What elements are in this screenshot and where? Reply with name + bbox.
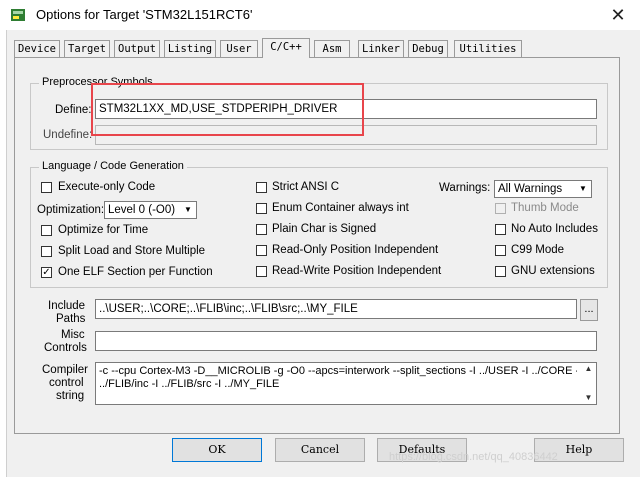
keil-app-icon xyxy=(11,9,25,21)
one-elf-label: One ELF Section per Function xyxy=(58,266,213,278)
background-editor-strip xyxy=(0,30,7,477)
ok-button[interactable]: OK xyxy=(172,438,262,462)
optimization-label: Optimization: xyxy=(37,204,105,216)
misc-controls-label-line1: Misc xyxy=(61,329,85,341)
misc-controls-label-line2: Controls xyxy=(44,342,87,354)
compiler-control-label-line2: control xyxy=(49,377,84,389)
highlight-annotation-box xyxy=(91,83,364,136)
execute-only-label: Execute-only Code xyxy=(58,181,156,193)
thumb-mode-checkbox[interactable] xyxy=(495,203,506,214)
ro-pi-checkbox[interactable] xyxy=(256,245,267,256)
tab-linker[interactable]: Linker xyxy=(358,40,404,57)
tab-output[interactable]: Output xyxy=(114,40,160,57)
enum-container-label: Enum Container always int xyxy=(272,202,409,214)
tab-user[interactable]: User xyxy=(220,40,258,57)
undefine-label: Undefine: xyxy=(43,129,93,141)
compiler-control-line2: ../FLIB/inc -I ../FLIB/src -I ../MY_FILE xyxy=(99,378,280,390)
misc-controls-field[interactable] xyxy=(95,331,597,351)
optimization-select[interactable]: Level 0 (-O0) ▼ xyxy=(104,201,197,219)
include-paths-label-line2: Paths xyxy=(56,313,86,325)
title-bar: Options for Target 'STM32L151RCT6' ✕ xyxy=(0,0,640,30)
gnu-extensions-label: GNU extensions xyxy=(511,265,595,277)
tab-target[interactable]: Target xyxy=(64,40,110,57)
execute-only-checkbox[interactable] xyxy=(41,182,52,193)
strict-ansi-label: Strict ANSI C xyxy=(272,181,340,193)
watermark-text: https://blog.csdn.net/qq_40836442 xyxy=(389,451,558,463)
warnings-label: Warnings: xyxy=(439,182,491,194)
compiler-control-label-line1: Compiler xyxy=(42,364,89,376)
window-title: Options for Target 'STM32L151RCT6' xyxy=(36,7,253,22)
compiler-control-line1: -c --cpu Cortex-M3 -D__MICROLIB -g -O0 -… xyxy=(99,365,577,377)
strict-ansi-checkbox[interactable] xyxy=(256,182,267,193)
chevron-down-icon: ▼ xyxy=(579,184,587,193)
split-load-checkbox[interactable] xyxy=(41,246,52,257)
options-dialog: Options for Target 'STM32L151RCT6' ✕ Dev… xyxy=(0,0,640,477)
plain-char-label: Plain Char is Signed xyxy=(272,223,377,235)
c99-mode-label: C99 Mode xyxy=(511,244,565,256)
enum-container-checkbox[interactable] xyxy=(256,203,267,214)
rw-pi-label: Read-Write Position Independent xyxy=(272,265,442,277)
no-auto-includes-checkbox[interactable] xyxy=(495,224,506,235)
compiler-control-scrollbar[interactable]: ▲ ▼ xyxy=(581,363,596,404)
define-label: Define: xyxy=(55,104,92,116)
include-paths-browse-button[interactable]: ... xyxy=(580,299,598,321)
chevron-down-icon: ▼ xyxy=(184,205,192,214)
warnings-value: All Warnings xyxy=(498,183,563,195)
tab-listing[interactable]: Listing xyxy=(164,40,216,57)
optimize-time-label: Optimize for Time xyxy=(58,224,149,236)
split-load-label: Split Load and Store Multiple xyxy=(58,245,206,257)
gnu-extensions-checkbox[interactable] xyxy=(495,266,506,277)
no-auto-includes-label: No Auto Includes xyxy=(511,223,598,235)
rw-pi-checkbox[interactable] xyxy=(256,266,267,277)
scroll-up-icon[interactable]: ▲ xyxy=(581,363,596,375)
one-elf-checkbox[interactable]: ✓ xyxy=(41,267,52,278)
cancel-button[interactable]: Cancel xyxy=(275,438,365,462)
compiler-control-textarea[interactable]: -c --cpu Cortex-M3 -D__MICROLIB -g -O0 -… xyxy=(95,362,597,405)
close-icon: ✕ xyxy=(610,5,626,25)
include-paths-label-line1: Include xyxy=(48,300,86,312)
ro-pi-label: Read-Only Position Independent xyxy=(272,244,439,256)
plain-char-checkbox[interactable] xyxy=(256,224,267,235)
thumb-mode-label: Thumb Mode xyxy=(511,202,579,214)
optimize-time-checkbox[interactable] xyxy=(41,225,52,236)
c99-mode-checkbox[interactable] xyxy=(495,245,506,256)
language-group-label: Language / Code Generation xyxy=(39,160,187,172)
tab-utilities[interactable]: Utilities xyxy=(454,40,522,57)
tab-c-cpp[interactable]: C/C++ xyxy=(262,38,310,58)
close-button[interactable]: ✕ xyxy=(596,0,640,30)
compiler-control-label-line3: string xyxy=(56,390,85,402)
optimization-value: Level 0 (-O0) xyxy=(108,204,176,216)
tab-debug[interactable]: Debug xyxy=(408,40,448,57)
warnings-select[interactable]: All Warnings ▼ xyxy=(494,180,592,198)
tab-device[interactable]: Device xyxy=(14,40,60,57)
include-paths-field[interactable]: ..\USER;..\CORE;..\FLIB\inc;..\FLIB\src;… xyxy=(95,299,577,319)
scroll-down-icon[interactable]: ▼ xyxy=(581,392,596,404)
tab-asm[interactable]: Asm xyxy=(314,40,350,57)
